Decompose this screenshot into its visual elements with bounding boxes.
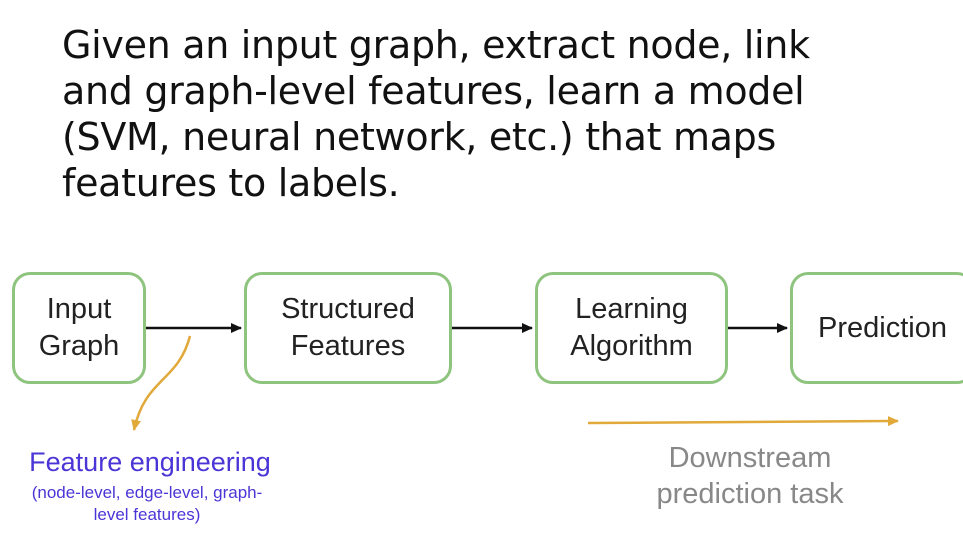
feature-engineering-note: (node-level, edge-level, graph- level fe… (0, 482, 294, 526)
downstream-arrow (587, 416, 899, 427)
box-label: Input (46, 293, 112, 325)
feature-engineering-label: Feature engineering (29, 447, 271, 477)
downstream-line: Downstream (668, 442, 832, 474)
structured-features-box: Structured Features (244, 272, 452, 384)
downstream-line: prediction task (656, 478, 844, 510)
feature-engineering-note-line: level features) (93, 505, 201, 524)
box-label: Prediction (818, 311, 947, 344)
input-graph-box: Input Graph (12, 272, 146, 384)
feature-engineering-note-line: (node-level, edge-level, graph- (31, 483, 263, 502)
box-label: Algorithm (570, 330, 693, 362)
box-label: Learning (575, 293, 688, 325)
box-label: Features (290, 330, 406, 362)
learning-algorithm-box: Learning Algorithm (535, 272, 728, 384)
downstream-task-label: Downstream prediction task (620, 440, 880, 512)
box-label: Structured (281, 293, 415, 325)
box-label: Graph (38, 330, 120, 362)
prediction-box: Prediction (790, 272, 963, 384)
